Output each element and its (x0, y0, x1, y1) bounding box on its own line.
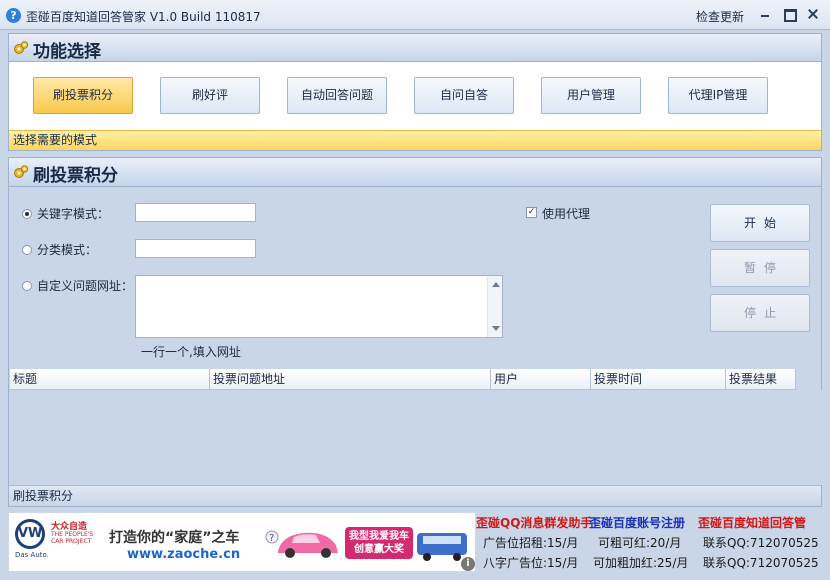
stop-button[interactable]: 停止 (710, 294, 810, 332)
ad-link-answer-manager[interactable]: 歪碰百度知道回答管 (698, 514, 806, 531)
ad-link-baidu-register[interactable]: 歪碰百度账号注册 (589, 514, 685, 531)
column-title[interactable]: 标题 (10, 369, 210, 390)
ad-slot-bold-red[interactable]: 可粗可红:20/月 (598, 534, 681, 551)
column-user[interactable]: 用户 (491, 369, 591, 390)
proxy-ip-manage-button[interactable]: 代理IP管理 (668, 77, 768, 114)
ad-link-qq-mass-sender[interactable]: 歪碰QQ消息群发助手 (476, 514, 592, 531)
mode-hint-bar: 选择需要的模式 (9, 130, 821, 150)
column-vote-url[interactable]: 投票问题地址 (210, 369, 491, 390)
category-mode-label: 分类模式： (37, 243, 98, 257)
custom-url-textarea[interactable] (135, 275, 503, 338)
banner-url[interactable]: www.zaoche.cn (127, 547, 240, 562)
text-ads: 歪碰QQ消息群发助手 歪碰百度账号注册 歪碰百度知道回答管 广告位招租:15/月… (476, 512, 830, 576)
ad-contact-qq[interactable]: 联系QQ:712070525 (703, 534, 819, 551)
user-manage-button[interactable]: 用户管理 (541, 77, 641, 114)
banner-ad[interactable]: VW Das Auto. 大众自造 THE PEOPLE'S CAR PROJE… (8, 512, 476, 572)
blue-car-icon (417, 533, 467, 561)
scroll-up-icon[interactable] (492, 282, 500, 287)
keyword-mode-label: 关键字模式： (37, 207, 110, 221)
use-proxy-label: 使用代理 (542, 207, 591, 221)
scroll-down-icon[interactable] (492, 326, 500, 331)
status-bar: 刷投票积分 (9, 485, 821, 506)
use-proxy-checkbox[interactable]: ✓ (526, 207, 537, 218)
title-bar: ? 歪碰百度知道回答管家 V1.0 Build 110817 检查更新 (0, 0, 830, 30)
column-vote-result[interactable]: 投票结果 (726, 369, 796, 390)
ad-slot-rent[interactable]: 广告位招租:15/月 (483, 534, 578, 551)
ad-contact-qq-2[interactable]: 联系QQ:712070525 (703, 554, 819, 571)
banner-brand-en: THE PEOPLE'S CAR PROJECT (51, 531, 94, 545)
custom-url-mode-radio[interactable] (22, 281, 32, 291)
function-panel-title: 功能选择 (33, 42, 101, 62)
vw-tagline: Das Auto. (15, 551, 49, 559)
column-vote-time[interactable]: 投票时间 (591, 369, 726, 390)
ad-info-icon[interactable]: i (461, 557, 475, 571)
main-panel-title: 刷投票积分 (33, 166, 118, 186)
vw-logo: VW (15, 519, 45, 549)
keyword-mode-radio[interactable] (22, 209, 32, 219)
vote-points-panel: 刷投票积分 关键字模式： 分类模式： 自定义问题网址： 一行一个,填入网址 ✓ … (8, 157, 822, 507)
check-update-link[interactable]: 检查更新 (696, 8, 744, 25)
results-grid-body[interactable] (10, 390, 822, 485)
gears-icon (14, 41, 29, 54)
close-icon[interactable] (806, 7, 820, 21)
banner-slogan: 打造你的“家庭”之车 (109, 530, 240, 546)
vote-points-button[interactable]: 刷投票积分 (33, 77, 133, 114)
auto-answer-button[interactable]: 自动回答问题 (287, 77, 387, 114)
window-title: 歪碰百度知道回答管家 V1.0 Build 110817 (26, 10, 261, 24)
main-panel-header: 刷投票积分 (9, 158, 821, 187)
ad-slot-eight-char[interactable]: 八字广告位:15/月 (483, 554, 578, 571)
function-panel-header: 功能选择 (9, 34, 821, 62)
gears-icon (14, 165, 29, 178)
start-button[interactable]: 开始 (710, 204, 810, 242)
textarea-scrollbar[interactable] (487, 276, 502, 337)
custom-url-hint: 一行一个,填入网址 (141, 345, 241, 359)
function-select-panel: 功能选择 刷投票积分 刷好评 自动回答问题 自问自答 用户管理 代理IP管理 选… (8, 33, 822, 151)
good-review-button[interactable]: 刷好评 (160, 77, 260, 114)
svg-text:?: ? (269, 533, 274, 544)
self-qa-button[interactable]: 自问自答 (414, 77, 514, 114)
category-mode-radio[interactable] (22, 245, 32, 255)
category-input[interactable] (135, 239, 256, 258)
keyword-input[interactable] (135, 203, 256, 222)
custom-url-mode-label: 自定义问题网址： (37, 279, 134, 293)
app-help-icon: ? (6, 8, 21, 23)
ad-slot-bold-red-plus[interactable]: 可加粗加红:25/月 (593, 554, 688, 571)
pause-button[interactable]: 暂停 (710, 249, 810, 287)
maximize-icon[interactable] (782, 7, 797, 22)
banner-badge: 我型我爱我车创意赢大奖 (345, 527, 413, 559)
results-grid-header: 标题 投票问题地址 用户 投票时间 投票结果 (10, 369, 796, 390)
pink-car-icon: ? (265, 530, 338, 558)
minimize-icon[interactable] (758, 7, 772, 21)
